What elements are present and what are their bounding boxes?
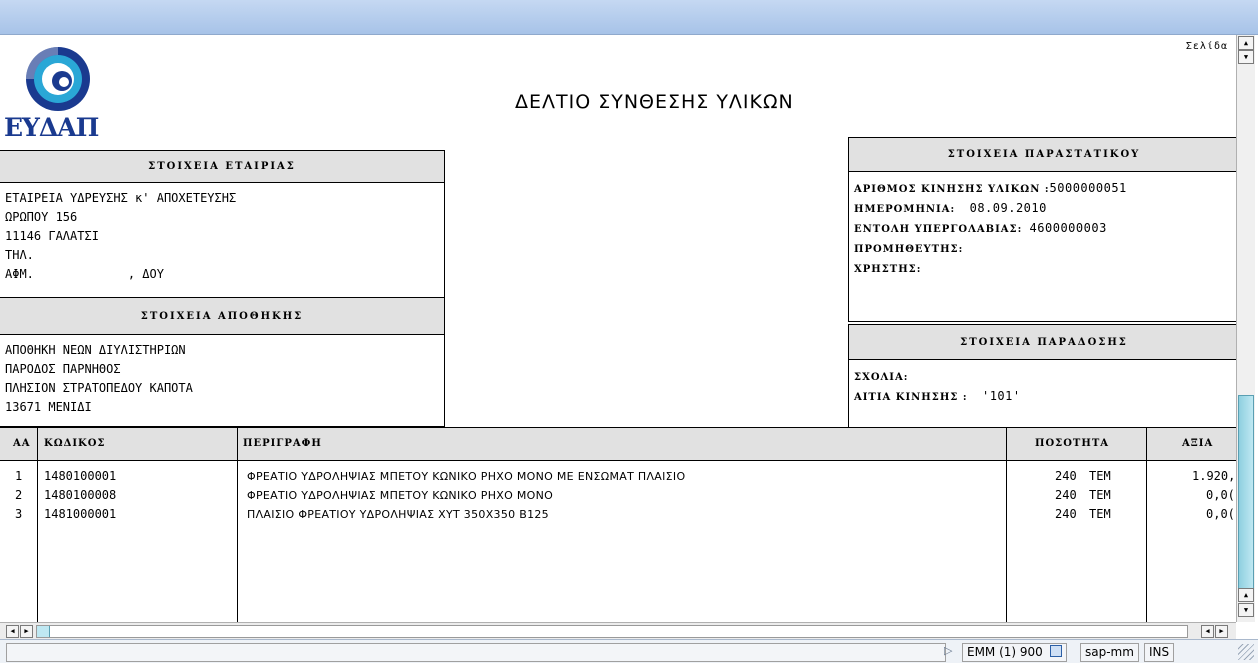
company-line: 11146 ΓΑΛΑΤΣΙ	[5, 229, 99, 243]
voucher-field-label: ΑΡΙΘΜΟΣ ΚΙΝΗΣΗΣ ΥΛΙΚΩΝ :	[854, 184, 1050, 195]
company-line: ΕΤΑΙΡΕΙΑ ΥΔΡΕΥΣΗΣ κ' ΑΠΟΧΕΤΕΥΣΗΣ	[5, 191, 237, 205]
company-box-body: ΕΤΑΙΡΕΙΑ ΥΔΡΕΥΣΗΣ κ' ΑΠΟΧΕΤΕΥΣΗΣ ΩΡΩΠΟΥ …	[0, 183, 444, 284]
status-bar: ▷ EMM (1) 900 sap-mm INS	[0, 639, 1258, 663]
eydap-logo: ΕΥΔΑΠ	[4, 39, 124, 147]
company-line: ΑΦΜ. , ΔΟΥ	[5, 267, 164, 281]
delivery-field-value: '101'	[981, 389, 1021, 403]
scroll-left-icon[interactable]: ◀	[6, 625, 19, 638]
vertical-scrollbar[interactable]: ▲ ▼ ▲ ▼	[1236, 35, 1255, 622]
items-table: ΑΑ ΚΩΔΙΚΟΣ ΠΕΡΙΓΡΑΦΗ ΠΟΣΟΤΗΤΑ ΑΞΙΑ 1 148…	[0, 427, 1236, 622]
cell-code: 1481000001	[44, 507, 117, 521]
cell-quantity: 240	[1055, 488, 1077, 502]
horizontal-scroll-track[interactable]	[36, 625, 1188, 638]
scroll-down-icon[interactable]: ▼	[1238, 603, 1254, 617]
status-server-field: sap-mm	[1080, 643, 1139, 662]
delivery-field: ΑΙΤΙΑ ΚΙΝΗΣΗΣ : '101'	[854, 387, 1233, 407]
voucher-box: ΣΤΟΙΧΕΙΑ ΠΑΡΑΣΤΑΤΙΚΟΥ ΑΡΙΘΜΟΣ ΚΙΝΗΣΗΣ ΥΛ…	[848, 137, 1236, 322]
table-row[interactable]: 1 1480100001 ΦΡΕΑΤΙΟ ΥΔΡΟΛΗΨΙΑΣ ΜΠΕΤΟΥ Κ…	[0, 467, 1236, 486]
cell-quantity: 240	[1055, 469, 1077, 483]
delivery-field: ΣΧΟΛΙΑ:	[854, 367, 1233, 387]
warehouse-line: ΠΛΗΣΙΟΝ ΣΤΡΑΤΟΠΕΔΟΥ ΚΑΠΟΤΑ	[5, 381, 193, 395]
cell-unit: ΤΕΜ	[1089, 469, 1111, 483]
col-divider	[37, 428, 38, 622]
status-mode-field[interactable]: INS	[1144, 643, 1175, 662]
logo-text: ΕΥΔΑΠ	[4, 113, 99, 142]
cell-code: 1480100001	[44, 469, 117, 483]
voucher-field: ΑΡΙΘΜΟΣ ΚΙΝΗΣΗΣ ΥΛΙΚΩΝ :5000000051	[854, 179, 1233, 199]
company-line: ΩΡΩΠΟΥ 156	[5, 210, 78, 224]
col-header-value: ΑΞΙΑ	[1182, 438, 1214, 449]
warehouse-box-header: ΣΤΟΙΧΕΙΑ ΑΠΟΘΗΚΗΣ	[0, 298, 444, 335]
scroll-up-top-icon[interactable]: ▲	[1238, 36, 1254, 50]
cell-description: ΠΛΑΙΣΙΟ ΦΡΕΑΤΙΟΥ ΥΔΡΟΛΗΨΙΑΣ ΧΥΤ 350Χ350 …	[247, 508, 549, 521]
company-box-header: ΣΤΟΙΧΕΙΑ ΕΤΑΙΡΙΑΣ	[0, 151, 444, 183]
warehouse-box: ΣΤΟΙΧΕΙΑ ΑΠΟΘΗΚΗΣ ΑΠΟΘΗΚΗ ΝΕΩΝ ΔΙΥΛΙΣΤΗΡ…	[0, 297, 445, 427]
document-page: ΕΥΔΑΠ ΔΕΛΤΙΟ ΣΥΝΘΕΣΗΣ ΥΛΙΚΩΝ Σελίδα ΣΤΟΙ…	[0, 35, 1236, 622]
warehouse-line: 13671 ΜΕΝΙΔΙ	[5, 400, 92, 414]
scroll-up-icon[interactable]: ▲	[1238, 588, 1254, 602]
scroll-left-end-icon[interactable]: ◀	[1201, 625, 1214, 638]
table-row[interactable]: 3 1481000001 ΠΛΑΙΣΙΟ ΦΡΕΑΤΙΟΥ ΥΔΡΟΛΗΨΙΑΣ…	[0, 505, 1236, 524]
voucher-field-label: ΧΡΗΣΤΗΣ:	[854, 264, 922, 275]
company-line: ΤΗΛ.	[5, 248, 34, 262]
status-message-field	[6, 643, 946, 662]
resize-grip-icon[interactable]	[1238, 644, 1254, 660]
vertical-scroll-thumb[interactable]	[1238, 395, 1254, 589]
warehouse-line: ΑΠΟΘΗΚΗ ΝΕΩΝ ΔΙΥΛΙΣΤΗΡΙΩΝ	[5, 343, 186, 357]
cell-value: 0,0(	[1206, 507, 1235, 521]
document-title: ΔΕΛΤΙΟ ΣΥΝΘΕΣΗΣ ΥΛΙΚΩΝ	[515, 91, 794, 113]
warehouse-line: ΠΑΡΟΔΟΣ ΠΑΡΝΗΘΟΣ	[5, 362, 121, 376]
col-divider	[237, 428, 238, 622]
cell-description: ΦΡΕΑΤΙΟ ΥΔΡΟΛΗΨΙΑΣ ΜΠΕΤΟΥ ΚΩΝΙΚΟ ΡΗΧΟ ΜΟ…	[247, 470, 686, 483]
table-row[interactable]: 2 1480100008 ΦΡΕΑΤΙΟ ΥΔΡΟΛΗΨΙΑΣ ΜΠΕΤΟΥ Κ…	[0, 486, 1236, 505]
scroll-right-icon[interactable]: ▶	[20, 625, 33, 638]
voucher-field: ΧΡΗΣΤΗΣ:	[854, 259, 1233, 279]
voucher-field: ΠΡΟΜΗΘΕΥΤΗΣ:	[854, 239, 1233, 259]
horizontal-scrollbar[interactable]: ◀ ▶ ◀ ▶	[0, 622, 1236, 639]
col-divider	[1146, 428, 1147, 622]
cell-value: 1.920,	[1192, 469, 1236, 483]
delivery-field-label: ΑΙΤΙΑ ΚΙΝΗΣΗΣ :	[854, 392, 968, 403]
status-system-field[interactable]: EMM (1) 900	[962, 643, 1067, 662]
warehouse-box-body: ΑΠΟΘΗΚΗ ΝΕΩΝ ΔΙΥΛΙΣΤΗΡΙΩΝ ΠΑΡΟΔΟΣ ΠΑΡΝΗΘ…	[0, 335, 444, 417]
cell-aa: 2	[15, 488, 23, 502]
page-label: Σελίδα	[1185, 41, 1228, 52]
voucher-field-value: 08.09.2010	[969, 201, 1047, 215]
status-system-label: EMM (1) 900	[967, 645, 1043, 659]
voucher-field: ΗΜΕΡΟΜΗΝΙΑ: 08.09.2010	[854, 199, 1233, 219]
voucher-box-header: ΣΤΟΙΧΕΙΑ ΠΑΡΑΣΤΑΤΙΚΟΥ	[849, 138, 1236, 172]
horizontal-scroll-thumb[interactable]	[37, 626, 50, 637]
window-titlebar	[0, 0, 1258, 35]
col-header-quantity: ΠΟΣΟΤΗΤΑ	[1035, 438, 1110, 449]
cell-aa: 1	[15, 469, 23, 483]
delivery-box-body: ΣΧΟΛΙΑ: ΑΙΤΙΑ ΚΙΝΗΣΗΣ : '101'	[849, 360, 1236, 407]
delivery-box-header: ΣΤΟΙΧΕΙΑ ΠΑΡΑΔΟΣΗΣ	[849, 325, 1236, 360]
delivery-field-label: ΣΧΟΛΙΑ:	[854, 372, 909, 383]
voucher-field-label: ΗΜΕΡΟΜΗΝΙΑ:	[854, 204, 956, 215]
voucher-box-body: ΑΡΙΘΜΟΣ ΚΙΝΗΣΗΣ ΥΛΙΚΩΝ :5000000051 ΗΜΕΡΟ…	[849, 172, 1236, 279]
voucher-field-value: 4600000003	[1029, 221, 1107, 235]
status-system-icon[interactable]	[1049, 645, 1062, 657]
col-divider	[1006, 428, 1007, 622]
col-header-description: ΠΕΡΙΓΡΑΦΗ	[243, 438, 322, 449]
voucher-field-value: 5000000051	[1049, 181, 1127, 195]
delivery-box: ΣΤΟΙΧΕΙΑ ΠΑΡΑΔΟΣΗΣ ΣΧΟΛΙΑ: ΑΙΤΙΑ ΚΙΝΗΣΗΣ…	[848, 324, 1236, 428]
cell-unit: ΤΕΜ	[1089, 507, 1111, 521]
cell-description: ΦΡΕΑΤΙΟ ΥΔΡΟΛΗΨΙΑΣ ΜΠΕΤΟΥ ΚΩΝΙΚΟ ΡΗΧΟ ΜΟ…	[247, 489, 554, 502]
scroll-right-end-icon[interactable]: ▶	[1215, 625, 1228, 638]
cell-aa: 3	[15, 507, 23, 521]
status-expand-icon[interactable]: ▷	[944, 644, 952, 657]
voucher-field-label: ΠΡΟΜΗΘΕΥΤΗΣ:	[854, 244, 964, 255]
table-header: ΑΑ ΚΩΔΙΚΟΣ ΠΕΡΙΓΡΑΦΗ ΠΟΣΟΤΗΤΑ ΑΞΙΑ	[0, 428, 1236, 461]
col-header-code: ΚΩΔΙΚΟΣ	[44, 438, 106, 449]
cell-unit: ΤΕΜ	[1089, 488, 1111, 502]
cell-code: 1480100008	[44, 488, 117, 502]
voucher-field: ΕΝΤΟΛΗ ΥΠΕΡΓΟΛΑΒΙΑΣ: 4600000003	[854, 219, 1233, 239]
voucher-field-label: ΕΝΤΟΛΗ ΥΠΕΡΓΟΛΑΒΙΑΣ:	[854, 224, 1023, 235]
cell-value: 0,0(	[1206, 488, 1235, 502]
col-header-aa: ΑΑ	[13, 438, 31, 449]
scroll-down-top-icon[interactable]: ▼	[1238, 50, 1254, 64]
company-box: ΣΤΟΙΧΕΙΑ ΕΤΑΙΡΙΑΣ ΕΤΑΙΡΕΙΑ ΥΔΡΕΥΣΗΣ κ' Α…	[0, 150, 445, 298]
cell-quantity: 240	[1055, 507, 1077, 521]
